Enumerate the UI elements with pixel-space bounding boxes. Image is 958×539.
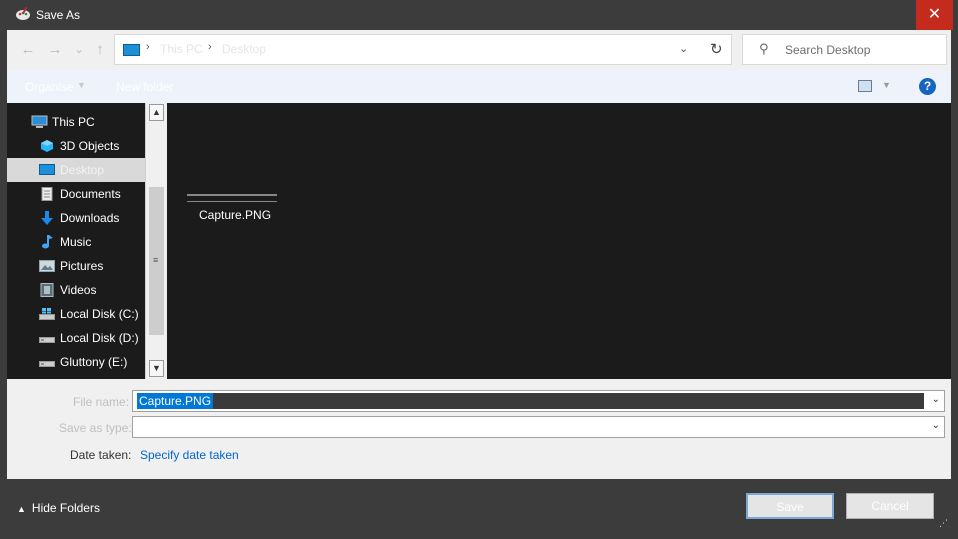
search-box[interactable]: ⚲ Search Desktop <box>742 34 947 65</box>
computer-icon <box>31 115 48 128</box>
drive-icon <box>39 361 55 367</box>
save-form: File name: Capture.PNG ⌄ Save as type: ⌄… <box>7 379 951 479</box>
image-thumbnail <box>187 194 277 202</box>
up-arrow-icon[interactable]: ↑ <box>90 40 110 60</box>
sidebar-item-label: Downloads <box>60 211 120 225</box>
sidebar-item-pictures[interactable]: Pictures <box>7 254 145 278</box>
breadcrumb-separator[interactable]: › <box>146 41 150 53</box>
sidebar-item-label: Desktop <box>60 163 105 177</box>
date-taken-label: Date taken: <box>70 448 132 462</box>
breadcrumb-separator[interactable]: › <box>208 41 212 53</box>
sidebar-item-label: Pictures <box>60 259 104 273</box>
paint-palette-icon <box>16 7 30 20</box>
drive-icon <box>39 337 55 343</box>
save-as-type-select[interactable]: ⌄ <box>132 416 945 438</box>
file-list: Capture.PNG <box>167 103 951 379</box>
scroll-down-icon[interactable]: ▼ <box>149 360 164 377</box>
sidebar-item-label: Music <box>60 235 92 249</box>
cube-icon <box>41 140 53 152</box>
sidebar-item-label: Local Disk (D:) <box>60 331 139 345</box>
file-name-input-fill <box>137 393 924 409</box>
file-name-value[interactable]: Capture.PNG <box>137 393 214 409</box>
help-icon[interactable]: ? <box>919 78 936 95</box>
chevron-down-icon[interactable]: ⌄ <box>932 420 940 431</box>
chevron-up-icon: ▲ <box>17 504 26 514</box>
picture-icon <box>39 260 55 272</box>
sidebar-item-label: Local Disk (C:) <box>60 307 139 321</box>
view-dropdown-icon[interactable]: ▼ <box>882 80 891 90</box>
sidebar-item-music[interactable]: Music <box>7 230 145 254</box>
sidebar-item-local-disk-c[interactable]: Local Disk (C:) <box>7 302 145 326</box>
cancel-button[interactable]: Cancel <box>846 493 934 519</box>
system-drive-icon <box>39 308 55 320</box>
sidebar-item-gluttony-e[interactable]: Gluttony (E:) <box>7 350 145 374</box>
view-options-icon[interactable] <box>858 80 872 92</box>
document-icon <box>41 187 53 201</box>
sidebar-item-label: 3D Objects <box>60 139 120 153</box>
file-name-label: Capture.PNG <box>199 208 272 222</box>
save-as-type-label: Save as type: <box>59 421 132 435</box>
sidebar-item-documents[interactable]: Documents <box>7 182 145 206</box>
scroll-up-icon[interactable]: ▲ <box>149 104 164 121</box>
sidebar-item-3d-objects[interactable]: 3D Objects <box>7 134 145 158</box>
search-icon: ⚲ <box>759 41 769 56</box>
chevron-down-icon[interactable]: ⌄ <box>932 394 940 405</box>
organise-dropdown-icon[interactable]: ▼ <box>77 80 86 90</box>
window-title: Save As <box>36 8 81 22</box>
hide-folders-button[interactable]: ▲ Hide Folders <box>17 501 100 515</box>
sidebar-item-label: Videos <box>60 283 97 297</box>
film-icon <box>40 283 54 297</box>
sidebar-item-downloads[interactable]: Downloads <box>7 206 145 230</box>
scrollbar-thumb[interactable]: ≡ <box>149 187 164 335</box>
sidebar-item-label: Documents <box>60 187 121 201</box>
forward-arrow-icon[interactable]: → <box>45 40 65 60</box>
sidebar-item-label: This PC <box>52 115 95 129</box>
hide-folders-label: Hide Folders <box>31 501 100 515</box>
save-button[interactable]: Save <box>746 493 834 519</box>
close-button[interactable]: ✕ <box>916 0 953 30</box>
resize-grip-icon[interactable]: ⋰ <box>939 518 948 529</box>
grip-icon: ≡ <box>153 255 159 265</box>
computer-icon <box>123 44 140 56</box>
sidebar-item-videos[interactable]: Videos <box>7 278 145 302</box>
sidebar-item-desktop[interactable]: Desktop <box>7 158 145 182</box>
breadcrumb-desktop[interactable]: Desktop <box>222 42 266 56</box>
close-icon: ✕ <box>927 6 942 23</box>
navigation-scrollbar[interactable]: ▲ ≡ ▼ <box>145 103 167 379</box>
title-bar: Save As ✕ <box>0 0 958 30</box>
command-bar: Organise ▼ New folder ▼ ? <box>7 70 951 103</box>
refresh-icon[interactable]: ↻ <box>710 40 723 58</box>
sidebar-item-this-pc[interactable]: This PC <box>7 110 145 134</box>
navigation-bar: ← → ⌄ ↑ › This PC › Desktop ⌄ ↻ ⚲ Search… <box>7 30 951 70</box>
dialog-footer: ▲ Hide Folders Save Cancel <box>7 479 951 532</box>
download-arrow-icon <box>41 211 53 225</box>
sidebar-item-local-disk-d[interactable]: Local Disk (D:) <box>7 326 145 350</box>
address-dropdown-icon[interactable]: ⌄ <box>679 42 688 55</box>
search-placeholder[interactable]: Search Desktop <box>785 43 870 57</box>
file-name-label: File name: <box>73 395 130 409</box>
file-item[interactable]: Capture.PNG <box>179 191 289 231</box>
file-name-field[interactable]: Capture.PNG ⌄ <box>132 390 945 412</box>
organise-button[interactable]: Organise <box>25 80 74 94</box>
new-folder-button[interactable]: New folder <box>116 80 173 94</box>
sidebar-item-label: Gluttony (E:) <box>60 355 128 369</box>
back-arrow-icon[interactable]: ← <box>18 40 38 60</box>
address-bar[interactable]: › This PC › Desktop ⌄ ↻ <box>114 34 732 65</box>
navigation-pane: This PC 3D Objects Desktop Documents Dow… <box>7 103 145 379</box>
specify-date-taken-link[interactable]: Specify date taken <box>140 448 239 462</box>
breadcrumb-this-pc[interactable]: This PC <box>160 42 203 56</box>
save-as-dialog: Save As ✕ ← → ⌄ ↑ › This PC › Desktop ⌄ … <box>0 0 958 539</box>
desktop-icon <box>39 164 55 175</box>
music-note-icon <box>42 235 53 249</box>
recent-locations-chevron-icon[interactable]: ⌄ <box>69 40 89 60</box>
